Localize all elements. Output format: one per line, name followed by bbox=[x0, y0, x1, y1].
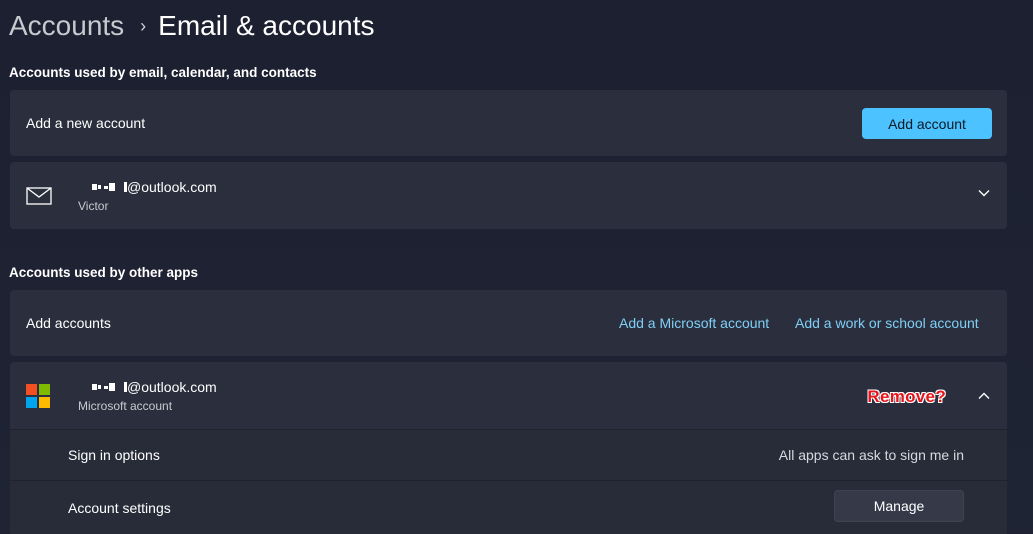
email-account-row[interactable]: @outlook.com Victor bbox=[10, 162, 1007, 229]
microsoft-account-card: @outlook.com Microsoft account Remove? S… bbox=[10, 362, 1007, 534]
microsoft-account-header[interactable]: @outlook.com Microsoft account Remove? bbox=[10, 362, 1007, 429]
page-title: Email & accounts bbox=[158, 10, 375, 41]
sign-in-options-row: Sign in options All apps can ask to sign… bbox=[10, 429, 1007, 480]
remove-annotation: Remove? bbox=[867, 387, 946, 406]
sign-in-options-label: Sign in options bbox=[68, 447, 160, 463]
breadcrumb: Accounts › Email & accounts bbox=[9, 8, 375, 44]
add-work-school-account-link[interactable]: Add a work or school account bbox=[795, 290, 979, 356]
chevron-down-icon[interactable] bbox=[978, 189, 990, 197]
account-name: Victor bbox=[78, 199, 109, 213]
add-account-button[interactable]: Add account bbox=[862, 108, 992, 139]
add-new-account-label: Add a new account bbox=[26, 115, 146, 131]
mail-icon bbox=[26, 187, 52, 205]
add-accounts-label: Add accounts bbox=[26, 315, 111, 331]
account-settings-label: Account settings bbox=[68, 499, 171, 516]
chevron-up-icon[interactable] bbox=[978, 392, 990, 400]
add-microsoft-account-link[interactable]: Add a Microsoft account bbox=[619, 290, 769, 356]
section-heading-email: Accounts used by email, calendar, and co… bbox=[9, 65, 317, 80]
microsoft-logo-icon bbox=[26, 384, 50, 408]
email-domain: @outlook.com bbox=[127, 179, 217, 195]
breadcrumb-separator: › bbox=[140, 15, 147, 36]
redacted-text bbox=[92, 382, 127, 392]
account-settings-row: Account settings Manage bbox=[10, 480, 1007, 534]
section-heading-other-apps: Accounts used by other apps bbox=[9, 265, 199, 280]
email-domain: @outlook.com bbox=[127, 379, 217, 395]
account-email: @outlook.com bbox=[78, 179, 217, 195]
account-email: @outlook.com bbox=[78, 379, 217, 395]
redacted-text bbox=[92, 182, 127, 192]
add-new-account-row: Add a new account Add account bbox=[10, 90, 1007, 156]
account-type: Microsoft account bbox=[78, 399, 173, 413]
add-accounts-row: Add accounts Add a Microsoft account Add… bbox=[10, 290, 1007, 356]
manage-button[interactable]: Manage bbox=[834, 490, 964, 522]
sign-in-options-value: All apps can ask to sign me in bbox=[778, 447, 964, 463]
breadcrumb-accounts[interactable]: Accounts bbox=[9, 10, 124, 42]
